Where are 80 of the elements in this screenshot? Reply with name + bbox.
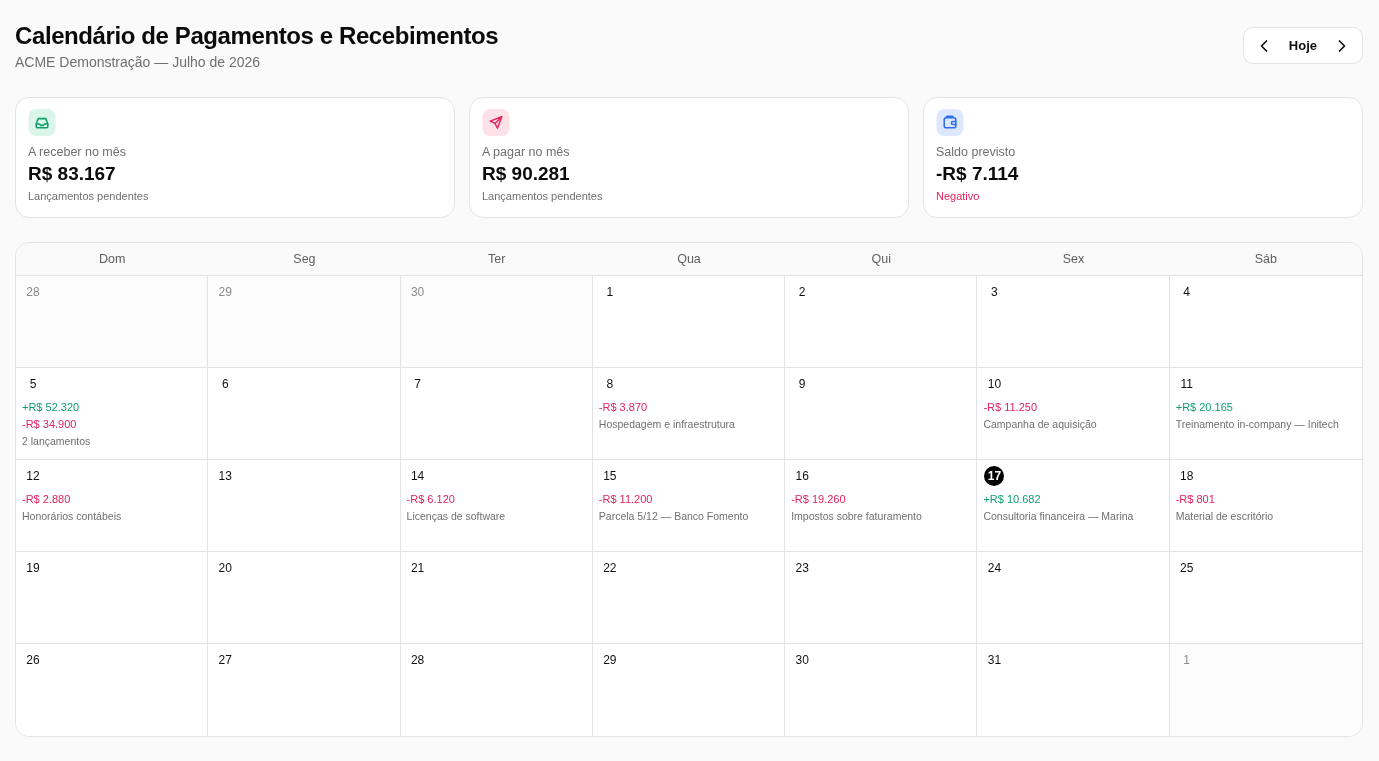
day-number: 1 — [605, 284, 615, 301]
card-label: A pagar no mês — [482, 144, 570, 160]
page-subtitle: ACME Demonstração — Julho de 2026 — [15, 53, 262, 72]
day-number: 14 — [409, 468, 426, 485]
entry-description: Licenças de software — [406, 509, 506, 524]
card-note: Negativo — [936, 189, 980, 204]
entry-description: Impostos sobre faturamento — [791, 509, 922, 524]
tray-icon — [28, 109, 56, 136]
entry-description: Hospedagem e infraestrutura — [598, 417, 735, 432]
day-number: 29 — [217, 284, 233, 301]
day-number: 19 — [25, 560, 41, 577]
weekday-label: Sex — [1062, 252, 1085, 266]
day-number: 26 — [25, 652, 41, 669]
income-amount: +R$ 10.682 — [983, 492, 1041, 507]
day-number: 30 — [409, 284, 426, 301]
day-number: 3 — [990, 284, 999, 301]
day-number: 28 — [409, 652, 426, 669]
day-number: 17 — [984, 466, 1005, 486]
income-amount: +R$ 20.165 — [1175, 400, 1233, 415]
day-number: 22 — [602, 560, 618, 577]
day-number: 7 — [413, 376, 422, 393]
entry-description: Parcela 5/12 — Banco Fomento — [598, 509, 749, 524]
weekday-label: Ter — [488, 252, 506, 266]
day-number: 10 — [986, 376, 1003, 393]
today-button[interactable]: Hoje — [1274, 34, 1331, 57]
expense-amount: -R$ 3.870 — [598, 400, 648, 415]
day-number: 11 — [1179, 376, 1194, 393]
card-label: Saldo previsto — [936, 144, 1016, 160]
day-number: 5 — [28, 376, 38, 393]
day-number: 13 — [217, 468, 233, 485]
day-number: 25 — [1179, 560, 1195, 577]
card-value: R$ 83.167 — [28, 162, 116, 186]
day-number: 6 — [220, 376, 230, 393]
expense-amount: -R$ 34.900 — [22, 417, 77, 432]
expense-amount: -R$ 2.880 — [22, 492, 71, 507]
day-number: 21 — [409, 560, 426, 577]
weekday-label: Qua — [677, 252, 701, 266]
day-number: 30 — [794, 652, 810, 669]
day-number: 31 — [986, 652, 1003, 669]
wallet-icon — [936, 109, 964, 136]
expense-amount: -R$ 11.250 — [983, 400, 1038, 415]
expense-amount: -R$ 6.120 — [406, 492, 455, 507]
expense-amount: -R$ 11.200 — [598, 492, 653, 507]
expense-amount: -R$ 801 — [1175, 492, 1215, 507]
weekday-label: Sáb — [1254, 252, 1277, 266]
page-title: Calendário de Pagamentos e Recebimentos — [15, 21, 499, 51]
day-number: 12 — [25, 468, 41, 485]
chevron-right-icon — [1338, 39, 1346, 52]
expense-amount: -R$ 19.260 — [791, 492, 846, 507]
card-value: R$ 90.281 — [482, 162, 570, 186]
entry-description: Campanha de aquisição — [983, 417, 1097, 432]
day-number: 27 — [217, 652, 233, 669]
weekday-label: Qui — [871, 252, 891, 266]
chevron-left-icon — [1259, 39, 1268, 52]
income-amount: +R$ 52.320 — [22, 400, 80, 415]
day-number: 16 — [794, 468, 810, 485]
day-number: 4 — [1182, 284, 1192, 301]
card-note: Lançamentos pendentes — [482, 189, 603, 204]
paper-plane-icon — [482, 109, 510, 136]
card-value: -R$ 7.114 — [936, 162, 1019, 186]
day-number: 1 — [1182, 652, 1192, 669]
day-number: 18 — [1179, 468, 1195, 485]
entry-description: 2 lançamentos — [22, 434, 91, 449]
day-number: 23 — [794, 560, 810, 577]
entry-description: Honorários contábeis — [22, 509, 122, 524]
day-number: 29 — [602, 652, 618, 669]
day-number: 8 — [605, 376, 615, 393]
day-number: 15 — [602, 468, 618, 485]
card-label: A receber no mês — [28, 144, 126, 160]
weekday-label: Dom — [98, 252, 126, 266]
day-number: 9 — [797, 376, 807, 393]
entry-description: Consultoria financeira — Marina — [983, 509, 1134, 524]
card-note: Lançamentos pendentes — [28, 189, 149, 204]
day-number: 24 — [986, 560, 1003, 577]
entry-description: Material de escritório — [1175, 509, 1274, 524]
weekday-label: Seg — [293, 252, 316, 266]
entry-description: Treinamento in-company — Initech — [1175, 417, 1339, 432]
day-number: 28 — [25, 284, 41, 301]
day-number: 2 — [797, 284, 807, 301]
day-number: 20 — [217, 560, 233, 577]
